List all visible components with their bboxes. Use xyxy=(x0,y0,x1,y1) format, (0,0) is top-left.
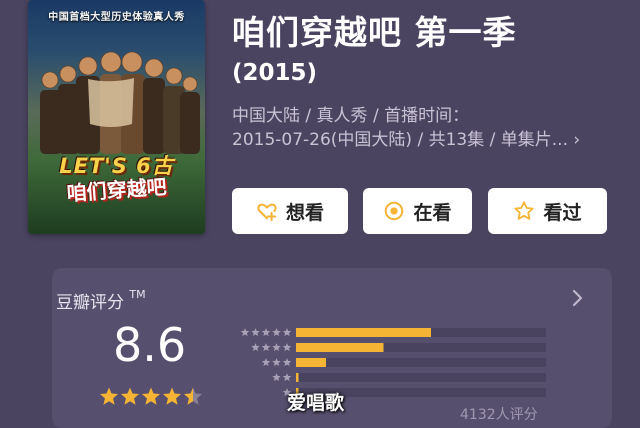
watched-label: 看过 xyxy=(543,201,582,224)
more-info-chevron: › xyxy=(573,130,581,150)
distribution-row-star xyxy=(282,343,292,352)
watching-button[interactable]: 在看 xyxy=(363,188,472,234)
rating-distribution-chart xyxy=(240,328,546,397)
rating-star xyxy=(99,387,119,405)
heart-plus-icon xyxy=(256,200,278,222)
movie-meta-line1: 中国大陆 / 真人秀 / 首播时间： xyxy=(232,106,470,126)
distribution-bar-4-star xyxy=(296,343,384,352)
watermark-text: 爱唱歌 xyxy=(287,392,345,414)
movie-year: (2015) xyxy=(232,60,318,86)
rating-star xyxy=(162,387,182,405)
distribution-bar-2-star xyxy=(296,373,299,382)
rating-count: 4132人评分 xyxy=(460,407,538,423)
rating-title: 豆瓣评分 TM xyxy=(56,288,146,313)
distribution-row-star xyxy=(282,358,292,367)
distribution-row-star xyxy=(261,358,271,367)
star-outline-icon xyxy=(513,200,535,222)
distribution-row-star xyxy=(251,343,260,352)
distribution-row-star xyxy=(272,328,281,337)
distribution-row-star xyxy=(272,358,281,367)
distribution-bar-5-star xyxy=(296,328,431,337)
rating-label: 豆瓣评分 xyxy=(56,293,124,313)
poster-tagline: 中国首档大型历史体验真人秀 xyxy=(48,12,185,23)
watched-button[interactable]: 看过 xyxy=(488,188,607,234)
rating-trademark: TM xyxy=(129,288,146,301)
rating-star xyxy=(141,387,161,405)
target-icon xyxy=(383,200,405,222)
distribution-row-star xyxy=(282,328,292,337)
poster-image[interactable]: 中国首档大型历史体验真人秀 LET'S 6古 咱们穿越吧 xyxy=(28,0,205,234)
distribution-row-star xyxy=(272,343,281,352)
distribution-bar-3-star xyxy=(296,358,326,367)
distribution-bar-track xyxy=(296,358,546,367)
distribution-row-star xyxy=(272,373,281,382)
distribution-row-star xyxy=(251,328,260,337)
distribution-row-star xyxy=(282,373,292,382)
rating-stars xyxy=(99,387,203,405)
watching-label: 在看 xyxy=(413,201,452,224)
movie-title: 咱们穿越吧 第一季 xyxy=(232,13,517,52)
rating-star xyxy=(120,387,140,405)
rating-score: 8.6 xyxy=(113,318,187,372)
poster-cast-illustration xyxy=(40,51,200,154)
want-to-watch-button[interactable]: 想看 xyxy=(232,188,348,234)
chevron-right-icon[interactable] xyxy=(568,287,586,313)
movie-meta-line2[interactable]: 2015-07-26(中国大陆) / 共13集 / 单集片... › xyxy=(232,125,580,150)
distribution-row-star xyxy=(261,328,271,337)
distribution-bar-track xyxy=(296,373,546,382)
want-label: 想看 xyxy=(285,201,324,224)
distribution-row-star xyxy=(261,343,271,352)
movie-meta-text: 2015-07-26(中国大陆) / 共13集 / 单集片... xyxy=(232,130,568,150)
rating-star xyxy=(183,387,203,405)
distribution-row-star xyxy=(240,328,250,337)
